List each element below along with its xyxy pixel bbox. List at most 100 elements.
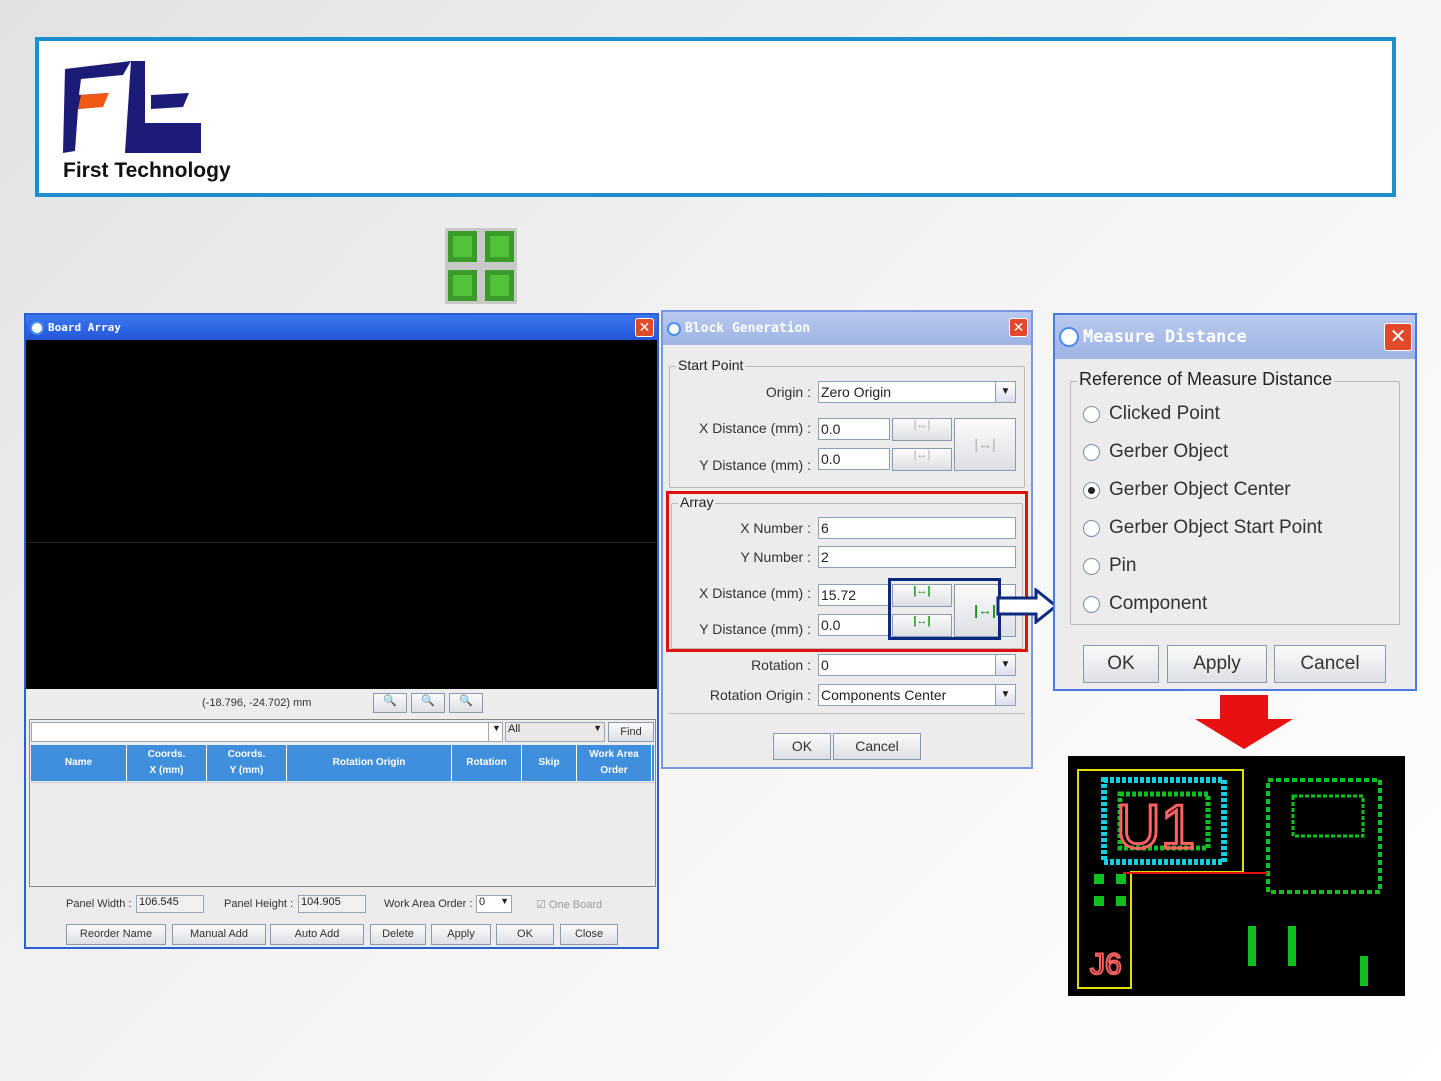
- origin-select[interactable]: Zero Origin ▼: [818, 381, 1016, 403]
- column-header-line2: Y (mm): [229, 765, 264, 776]
- reorder-name-button[interactable]: Reorder Name: [66, 924, 166, 945]
- measure-distance-dialog: Measure Distance ✕ Reference of Measure …: [1053, 313, 1417, 691]
- zoom-in-icon[interactable]: 🔍: [373, 693, 407, 713]
- column-header[interactable]: Coords. X (mm): [127, 745, 207, 781]
- measure-x-icon[interactable]: |↔|: [892, 418, 952, 441]
- panel-width-label: Panel Width :: [66, 898, 132, 910]
- chevron-down-icon: ▼: [995, 655, 1015, 675]
- rotation-select[interactable]: 0 ▼: [818, 654, 1016, 676]
- close-icon[interactable]: ✕: [1384, 323, 1412, 351]
- table-body[interactable]: [31, 782, 654, 884]
- sp-x-distance-label: X Distance (mm) :: [698, 420, 811, 436]
- delete-button[interactable]: Delete: [370, 924, 426, 945]
- block-generation-dialog: Block Generation ✕ Start Point Origin : …: [661, 310, 1033, 769]
- sp-x-distance-field[interactable]: 0.0: [818, 418, 890, 440]
- ok-button[interactable]: OK: [1083, 645, 1159, 683]
- radio-gerber-object-center[interactable]: Gerber Object Center: [1083, 479, 1291, 501]
- radio-clicked-point[interactable]: Clicked Point: [1083, 403, 1220, 425]
- group-title: Reference of Measure Distance: [1077, 369, 1335, 390]
- column-header-line1: Name: [64, 757, 93, 768]
- radio-gerber-object[interactable]: Gerber Object: [1083, 441, 1228, 463]
- radio-label: Gerber Object: [1109, 441, 1229, 462]
- panel-width-field[interactable]: 106.545: [136, 895, 204, 913]
- x-distance-label: X Distance (mm) :: [698, 585, 811, 601]
- pcb-label-j6: J6: [1090, 948, 1122, 981]
- dialog-title: Block Generation: [685, 321, 811, 336]
- radio-gerber-object-start-point[interactable]: Gerber Object Start Point: [1083, 517, 1322, 539]
- chevron-down-icon: ▼: [995, 685, 1015, 705]
- panel-height-field[interactable]: 104.905: [298, 895, 366, 913]
- group-title: Array: [678, 494, 716, 510]
- manual-add-button[interactable]: Manual Add: [172, 924, 266, 945]
- rotation-origin-label: Rotation Origin :: [709, 687, 811, 703]
- column-header[interactable]: Coords. Y (mm): [207, 745, 287, 781]
- radio-circle-icon: [1083, 405, 1100, 423]
- column-header[interactable]: Work Area Order: [577, 745, 652, 781]
- company-name: First Technology: [63, 159, 231, 182]
- x-number-field[interactable]: 6: [818, 517, 1016, 539]
- radio-circle-icon: [1083, 443, 1100, 461]
- y-distance-field[interactable]: 0.0: [818, 614, 890, 636]
- one-board-checkbox[interactable]: ☑ One Board: [536, 898, 602, 911]
- pcb-preview-image: U1 J6: [1068, 756, 1405, 996]
- close-icon[interactable]: ✕: [1009, 318, 1028, 337]
- rotation-origin-select[interactable]: Components Center ▼: [818, 684, 1016, 706]
- chevron-down-icon: ▼: [500, 896, 509, 906]
- x-distance-field[interactable]: 15.72: [818, 584, 890, 606]
- radio-component[interactable]: Component: [1083, 593, 1207, 615]
- sp-y-distance-field[interactable]: 0.0: [818, 448, 890, 470]
- x-number-label: X Number :: [740, 520, 811, 536]
- filter-dropdown-icon[interactable]: ▼: [488, 722, 503, 742]
- category-select[interactable]: All ▼: [505, 722, 605, 742]
- zoom-out-icon[interactable]: 🔍: [411, 693, 445, 713]
- measure-button-highlight: [888, 578, 1001, 640]
- origin-value: Zero Origin: [821, 384, 892, 400]
- column-header[interactable]: Skip: [522, 745, 577, 781]
- ok-button[interactable]: OK: [496, 924, 554, 945]
- auto-add-button[interactable]: Auto Add: [270, 924, 364, 945]
- cancel-button[interactable]: Cancel: [1274, 645, 1386, 683]
- radio-label: Gerber Object Center: [1109, 479, 1291, 500]
- board-array-tool-icon[interactable]: [445, 228, 517, 304]
- column-header[interactable]: Name: [31, 745, 127, 781]
- work-area-select[interactable]: 0 ▼: [476, 895, 512, 913]
- radio-circle-icon: [1083, 595, 1100, 613]
- category-value: All: [508, 723, 521, 735]
- table-header: Name Coords. X (mm) Coords. Y (mm) Rotation O…: [31, 745, 654, 781]
- cancel-button[interactable]: Cancel: [833, 733, 921, 760]
- column-header[interactable]: Rotation: [452, 745, 522, 781]
- ok-button[interactable]: OK: [773, 733, 831, 760]
- y-number-field[interactable]: 2: [818, 546, 1016, 568]
- chevron-down-icon: ▼: [593, 723, 602, 733]
- measure-y-icon[interactable]: |↔|: [892, 448, 952, 471]
- measure-xy-icon[interactable]: |↔|: [954, 418, 1016, 471]
- column-header-line1: Work Area: [589, 749, 639, 760]
- y-number-label: Y Number :: [740, 549, 811, 565]
- close-button[interactable]: Close: [560, 924, 618, 945]
- filter-input[interactable]: [31, 722, 503, 742]
- header-banner: First Technology: [35, 37, 1396, 197]
- zoom-fit-icon[interactable]: 🔍: [449, 693, 483, 713]
- apply-button[interactable]: Apply: [1167, 645, 1267, 683]
- radio-circle-icon: [1083, 519, 1100, 537]
- radio-label: Gerber Object Start Point: [1109, 517, 1323, 538]
- radio-label: Pin: [1109, 555, 1137, 576]
- app-icon: [667, 321, 681, 336]
- radio-pin[interactable]: Pin: [1083, 555, 1136, 577]
- coordinate-readout: (-18.796, -24.702) mm: [202, 697, 312, 709]
- radio-label: Component: [1109, 593, 1208, 614]
- board-array-window: Board Array ✕ (-18.796, -24.702) mm 🔍 🔍 …: [24, 313, 659, 949]
- column-header-line2: Order: [600, 765, 628, 776]
- board-table: ▼ All ▼ Find Name Coords. X (mm) Coords. Y (m…: [29, 719, 656, 887]
- board-canvas[interactable]: [26, 340, 657, 689]
- column-header[interactable]: Rotation Origin: [287, 745, 452, 781]
- arrow-right-icon: [996, 588, 1059, 624]
- find-button[interactable]: Find: [608, 722, 654, 742]
- company-logo: [63, 61, 201, 153]
- apply-button[interactable]: Apply: [431, 924, 491, 945]
- close-icon[interactable]: ✕: [635, 318, 654, 337]
- rotation-label: Rotation :: [751, 657, 811, 673]
- column-header-line1: Coords.: [147, 749, 186, 760]
- column-header-line1: Coords.: [227, 749, 266, 760]
- pcb-label-u1: U1: [1116, 793, 1195, 862]
